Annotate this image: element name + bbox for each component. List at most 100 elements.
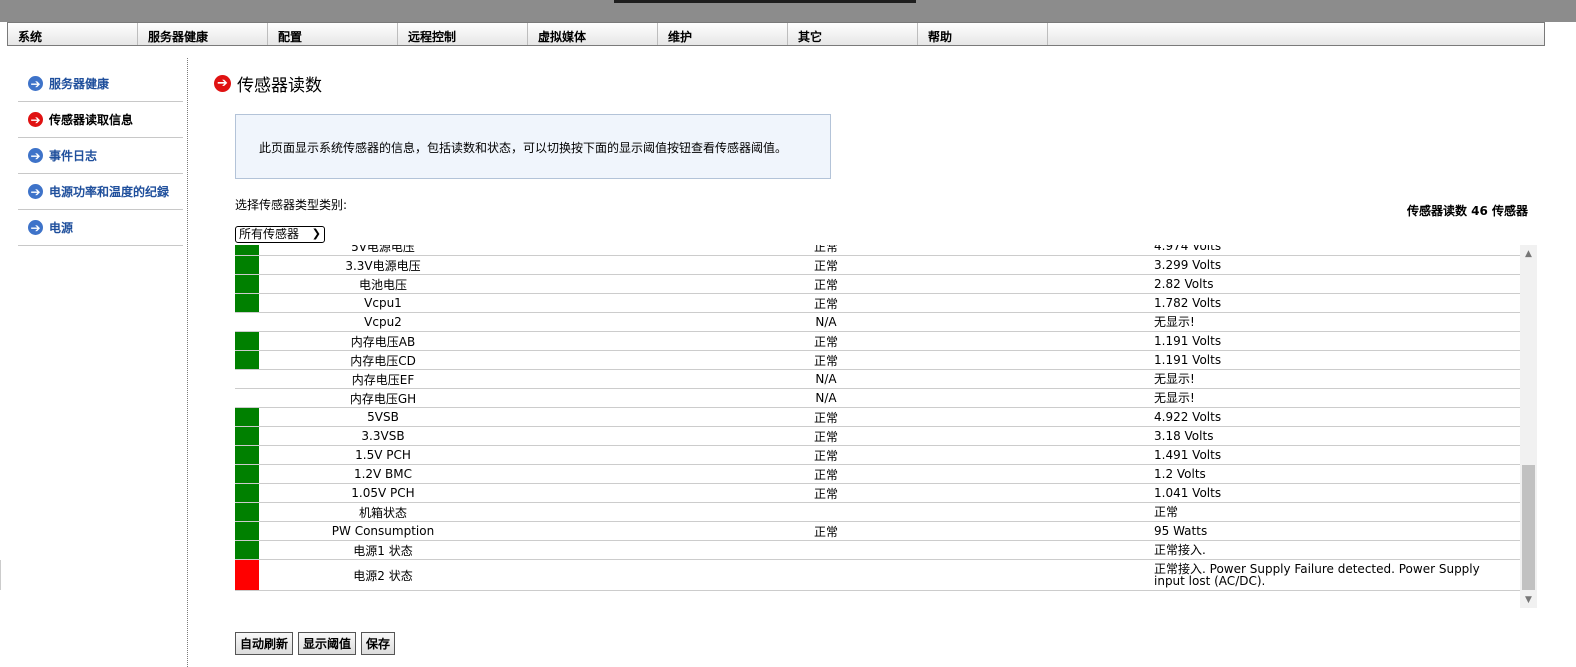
table-row: Vcpu1 正常 1.782 Volts <box>235 294 1520 313</box>
sensor-status <box>795 503 857 521</box>
table-row: 电池电压 正常 2.82 Volts <box>235 275 1520 294</box>
sensor-name: 内存电压AB <box>350 334 416 349</box>
sensor-table-scrollbar[interactable]: ▲ ▼ <box>1520 245 1537 608</box>
sensor-name: 1.2V BMC <box>353 467 413 481</box>
menu-configuration[interactable]: 配置 <box>268 23 398 45</box>
sensor-table[interactable]: 5V电源电压 正常 4.974 Volts 3.3V电源电压 正常 3.299 Volts… <box>235 245 1537 608</box>
sensor-reading: 1.491 Volts <box>1154 448 1222 462</box>
status-indicator <box>235 408 259 426</box>
auto-refresh-button[interactable]: 自动刷新 <box>235 632 294 655</box>
table-row: 1.05V PCH 正常 1.041 Volts <box>235 484 1520 503</box>
table-row: 1.5V PCH 正常 1.491 Volts <box>235 446 1520 465</box>
sensor-reading: 正常接入. <box>1154 543 1206 557</box>
sensor-name: 电池电压 <box>358 277 407 292</box>
sidebar-item-power[interactable]: ➔ 电源 <box>18 210 183 246</box>
sensor-name: 3.3V电源电压 <box>345 258 421 273</box>
menu-remote-control[interactable]: 远程控制 <box>398 23 528 45</box>
sensor-status: N/A <box>815 315 837 329</box>
sensor-reading: 4.974 Volts <box>1154 245 1222 253</box>
sensor-reading: 1.191 Volts <box>1154 334 1222 348</box>
sensor-name: 5V电源电压 <box>351 245 415 254</box>
table-row: Vcpu2 N/A 无显示! <box>235 313 1520 332</box>
status-indicator <box>235 351 259 369</box>
sensor-status: 正常 <box>813 410 838 425</box>
sensor-status: 正常 <box>813 277 838 292</box>
status-indicator <box>235 427 259 445</box>
sensor-reading: 3.18 Volts <box>1154 429 1214 443</box>
sensor-status: N/A <box>815 391 837 405</box>
sensor-reading: 1.041 Volts <box>1154 486 1222 500</box>
table-row: 机箱状态 正常 <box>235 503 1520 522</box>
sidebar-item-sensor-readings[interactable]: ➔ 传感器读取信息 <box>18 102 183 138</box>
sidebar-item-label: 服务器健康 <box>49 77 110 91</box>
scroll-up-icon[interactable]: ▲ <box>1520 245 1537 262</box>
sensor-status: 正常 <box>813 296 838 311</box>
menu-misc[interactable]: 其它 <box>788 23 918 45</box>
sensor-type-label: 选择传感器类型类别: <box>235 198 348 212</box>
page-title: ➔ 传感器读数 <box>214 71 322 96</box>
status-indicator <box>235 256 259 274</box>
top-banner-accent <box>614 0 916 3</box>
sensor-reading: 2.82 Volts <box>1154 277 1214 291</box>
status-indicator <box>235 389 259 407</box>
scrollbar-thumb[interactable] <box>1522 465 1535 590</box>
sensor-status <box>795 541 857 559</box>
status-indicator <box>235 465 259 483</box>
arrow-right-icon: ➔ <box>214 75 231 92</box>
main-menu: 系统 服务器健康 配置 远程控制 虚拟媒体 维护 其它 帮助 <box>7 22 1545 46</box>
sensor-reading: 3.299 Volts <box>1154 258 1222 272</box>
status-indicator <box>235 522 259 540</box>
sensor-status: 正常 <box>813 353 838 368</box>
sensor-name: 内存电压GH <box>349 391 417 406</box>
menu-server-health[interactable]: 服务器健康 <box>138 23 268 45</box>
status-indicator <box>235 245 259 255</box>
status-indicator <box>235 294 259 312</box>
menu-help[interactable]: 帮助 <box>918 23 1048 45</box>
menu-filler <box>1048 23 1544 45</box>
sensor-type-select[interactable]: 所有传感器 ❯ <box>235 226 325 243</box>
sensor-status: N/A <box>815 372 837 386</box>
sensor-status: 正常 <box>813 429 838 444</box>
sidebar-item-label: 电源功率和温度的纪録 <box>49 185 170 199</box>
sensor-reading: 4.922 Volts <box>1154 410 1222 424</box>
menu-maintenance[interactable]: 维护 <box>658 23 788 45</box>
sensor-name: 机箱状态 <box>358 505 407 520</box>
sensor-name: Vcpu1 <box>364 296 402 310</box>
sensor-status: 正常 <box>813 448 838 463</box>
sidebar-item-server-health[interactable]: ➔ 服务器健康 <box>18 66 183 102</box>
sensor-status: 正常 <box>813 258 838 273</box>
status-indicator <box>235 541 259 559</box>
sensor-status: 正常 <box>813 334 838 349</box>
sidebar-item-power-temp-log[interactable]: ➔ 电源功率和温度的纪録 <box>18 174 183 210</box>
arrow-right-icon: ➔ <box>28 112 43 127</box>
left-edge-mark <box>0 560 1 590</box>
sensor-name: 电源1 状态 <box>353 543 413 558</box>
menu-system[interactable]: 系统 <box>8 23 138 45</box>
sidebar-item-event-log[interactable]: ➔ 事件日志 <box>18 138 183 174</box>
sensor-reading: 1.191 Volts <box>1154 353 1222 367</box>
menu-virtual-media[interactable]: 虚拟媒体 <box>528 23 658 45</box>
sensor-count: 传感器读数 46 传感器 <box>1406 204 1528 218</box>
sensor-status: 正常 <box>813 524 838 539</box>
table-row: 3.3VSB 正常 3.18 Volts <box>235 427 1520 446</box>
show-threshold-button[interactable]: 显示阈值 <box>298 632 357 655</box>
status-indicator <box>235 370 259 388</box>
sidebar: ➔ 服务器健康 ➔ 传感器读取信息 ➔ 事件日志 ➔ 电源功率和温度的纪録 ➔ … <box>18 66 183 246</box>
sensor-name: 1.5V PCH <box>355 448 411 462</box>
status-indicator <box>235 313 259 331</box>
status-indicator <box>235 332 259 350</box>
table-row: 5VSB 正常 4.922 Volts <box>235 408 1520 427</box>
save-button[interactable]: 保存 <box>361 632 396 655</box>
sensor-name: 电源2 状态 <box>353 568 413 583</box>
table-row: 内存电压GH N/A 无显示! <box>235 389 1520 408</box>
action-buttons: 自动刷新 显示阈值 保存 <box>235 632 396 655</box>
sensor-reading: 1.2 Volts <box>1154 467 1206 481</box>
status-indicator <box>235 503 259 521</box>
table-row: 电源2 状态 正常接入. Power Supply Failure detecte… <box>235 560 1520 591</box>
sensor-status: 正常 <box>813 245 838 254</box>
scroll-down-icon[interactable]: ▼ <box>1520 591 1537 608</box>
sensor-status: 正常 <box>813 467 838 482</box>
sensor-name: Vcpu2 <box>364 315 402 329</box>
status-indicator <box>235 560 259 590</box>
sensor-type-select-value: 所有传感器 <box>239 227 300 241</box>
